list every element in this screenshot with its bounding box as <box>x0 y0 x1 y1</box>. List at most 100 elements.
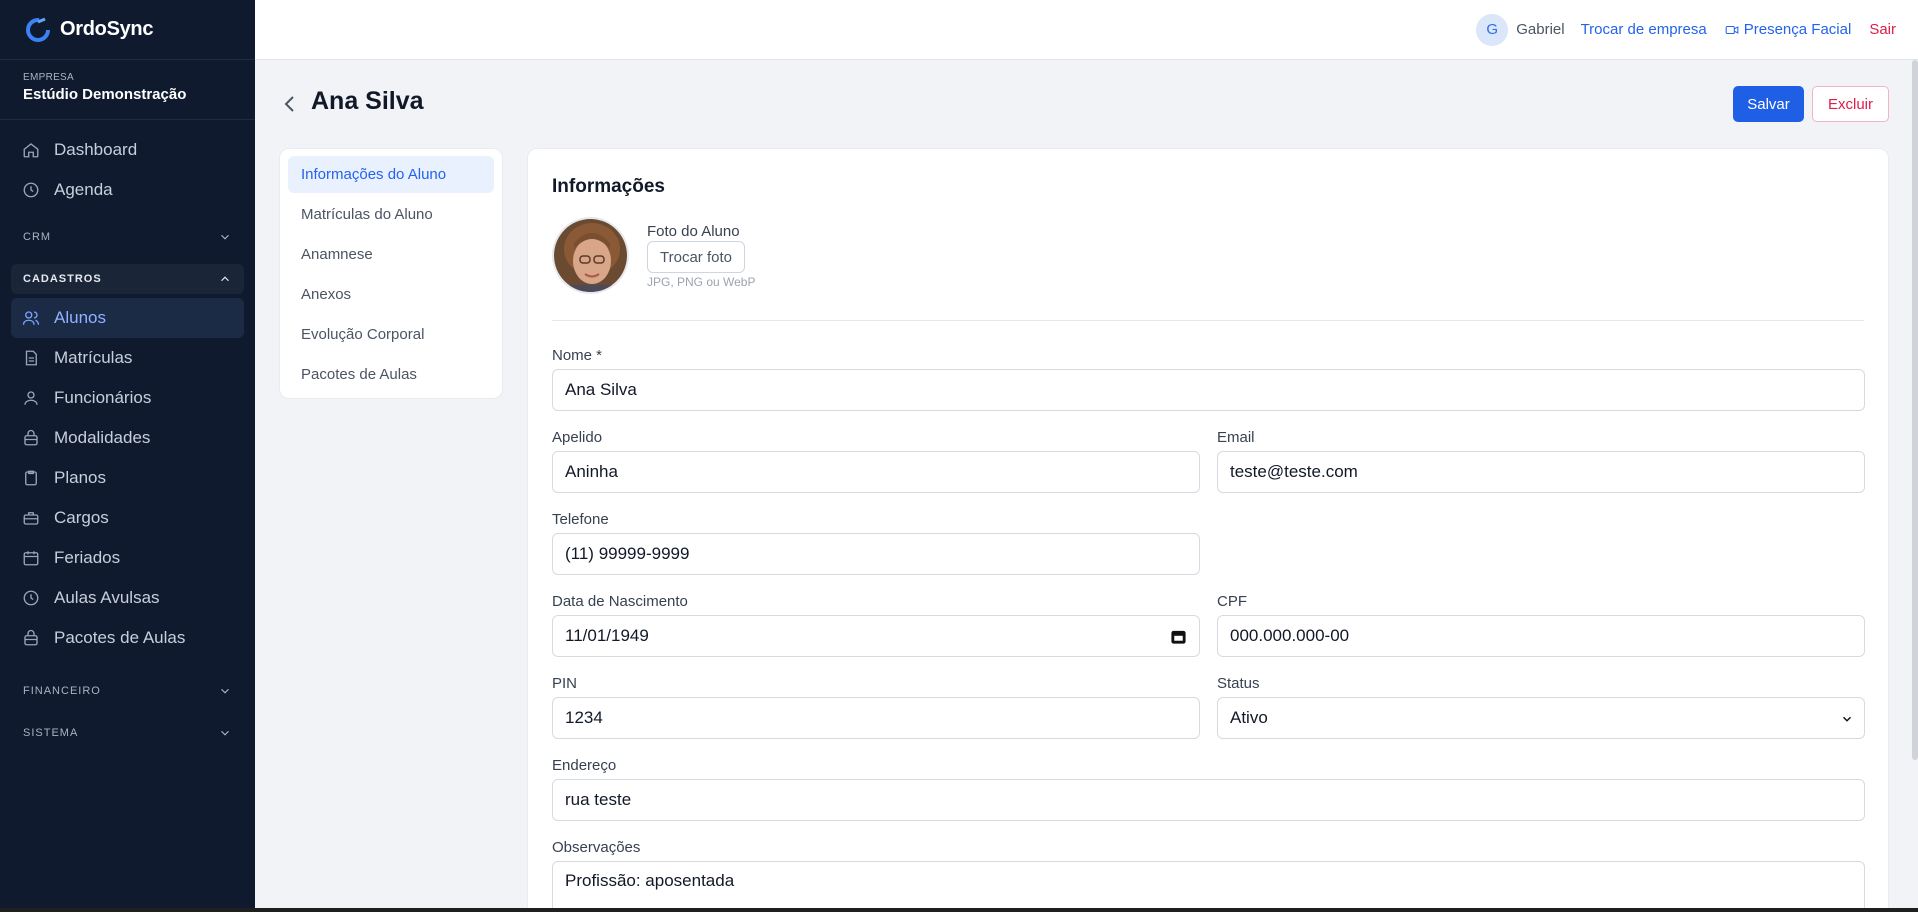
sidebar-item-funcionarios[interactable]: Funcionários <box>11 378 244 418</box>
brand[interactable]: OrdoSync <box>0 0 255 60</box>
user-icon <box>24 391 38 405</box>
cpf-label: CPF <box>1217 593 1247 610</box>
sidebar: OrdoSync EMPRESA Estúdio Demonstração Da… <box>0 0 255 912</box>
save-button[interactable]: Salvar <box>1733 86 1804 122</box>
sidebar-item-alunos[interactable]: Alunos <box>11 298 244 338</box>
brand-name: OrdoSync <box>60 18 154 40</box>
observacoes-textarea[interactable]: Profissão: aposentada <box>552 861 1865 912</box>
section-label: FINANCEIRO <box>23 685 101 697</box>
sidebar-item-label: Cargos <box>54 508 109 527</box>
nascimento-label: Data de Nascimento <box>552 593 688 610</box>
sidebar-item-dashboard[interactable]: Dashboard <box>11 130 244 170</box>
chevron-down-icon <box>221 234 229 240</box>
scrollbar[interactable] <box>1912 60 1918 760</box>
status-label: Status <box>1217 675 1260 692</box>
status-value: Ativo <box>1230 708 1268 727</box>
company-switcher[interactable]: EMPRESA Estúdio Demonstração <box>0 60 255 120</box>
sidebar-section-sistema[interactable]: SISTEMA <box>11 718 244 748</box>
cpf-input[interactable]: 000.000.000-00 <box>1217 615 1865 657</box>
nome-label: Nome * <box>552 347 603 364</box>
tab-pacotes-de-aulas[interactable]: Pacotes de Aulas <box>288 356 494 393</box>
window-bottom-edge <box>0 908 1918 912</box>
logout-link[interactable]: Sair <box>1869 21 1896 38</box>
photo-hint: JPG, PNG ou WebP <box>647 275 756 289</box>
sidebar-item-label: Alunos <box>54 308 106 327</box>
sidebar-item-cargos[interactable]: Cargos <box>11 498 244 538</box>
section-label: CADASTROS <box>23 273 102 285</box>
clipboard-icon <box>25 470 37 486</box>
change-photo-button[interactable]: Trocar foto <box>647 241 745 273</box>
sidebar-item-label: Agenda <box>54 180 113 199</box>
bag-icon <box>24 429 38 446</box>
email-label: Email <box>1217 429 1255 446</box>
sidebar-item-feriados[interactable]: Feriados <box>11 538 244 578</box>
home-icon <box>23 143 39 158</box>
document-icon <box>25 350 37 366</box>
company-name: Estúdio Demonstração <box>23 86 187 103</box>
calendar-icon[interactable] <box>1170 628 1187 645</box>
sidebar-section-crm[interactable]: CRM <box>11 222 244 252</box>
chevron-left-icon <box>284 96 294 112</box>
face-presence-link[interactable]: Presença Facial <box>1725 21 1852 38</box>
chevron-down-icon <box>221 730 229 736</box>
tab-evolucao-corporal[interactable]: Evolução Corporal <box>288 316 494 353</box>
tab-anexos[interactable]: Anexos <box>288 276 494 313</box>
company-label: EMPRESA <box>23 72 75 83</box>
sidebar-item-label: Modalidades <box>54 428 151 447</box>
chevron-down-icon <box>1842 716 1852 722</box>
pin-input[interactable]: 1234 <box>552 697 1200 739</box>
apelido-label: Apelido <box>552 429 603 446</box>
chevron-down-icon <box>221 688 229 694</box>
tab-anamnese[interactable]: Anamnese <box>288 236 494 273</box>
section-label: CRM <box>23 231 52 243</box>
tab-informacoes-do-aluno[interactable]: Informações do Aluno <box>288 156 494 193</box>
sidebar-item-modalidades[interactable]: Modalidades <box>11 418 244 458</box>
topbar: G Gabriel Trocar de empresa Presença Fac… <box>255 0 1918 60</box>
clock-icon <box>23 182 39 198</box>
status-select[interactable]: Ativo <box>1217 697 1865 739</box>
delete-button[interactable]: Excluir <box>1812 86 1889 122</box>
sidebar-item-label: Funcionários <box>54 388 152 407</box>
back-button[interactable] <box>282 94 298 114</box>
sidebar-item-matriculas[interactable]: Matrículas <box>11 338 244 378</box>
divider <box>552 320 1864 321</box>
users-icon <box>22 311 40 325</box>
nascimento-input[interactable]: 11/01/1949 <box>552 615 1200 657</box>
student-photo <box>552 217 629 294</box>
sidebar-item-agenda[interactable]: Agenda <box>11 170 244 210</box>
pin-label: PIN <box>552 675 578 692</box>
telefone-input[interactable]: (11) 99999-9999 <box>552 533 1200 575</box>
calendar-icon <box>23 551 39 566</box>
clock-icon <box>23 590 39 606</box>
nascimento-value: 11/01/1949 <box>565 626 649 645</box>
sidebar-item-label: Dashboard <box>54 140 138 159</box>
apelido-input[interactable]: Aninha <box>552 451 1200 493</box>
nome-input[interactable]: Ana Silva <box>552 369 1865 411</box>
sidebar-item-label: Pacotes de Aulas <box>54 628 186 647</box>
sidebar-section-cadastros[interactable]: CADASTROS <box>11 264 244 294</box>
sidebar-nav: Dashboard Agenda CRM CADASTROS Alunos Ma… <box>0 120 255 770</box>
page-title: Ana Silva <box>311 87 424 115</box>
student-info-card: Informações Foto do Aluno Trocar foto JP… <box>527 148 1889 912</box>
sidebar-item-aulas-avulsas[interactable]: Aulas Avulsas <box>11 578 244 618</box>
sidebar-item-planos[interactable]: Planos <box>11 458 244 498</box>
sidebar-item-label: Aulas Avulsas <box>54 588 160 607</box>
bag-icon <box>24 629 38 646</box>
avatar[interactable]: G <box>1476 13 1509 46</box>
endereco-input[interactable]: rua teste <box>552 779 1865 821</box>
sidebar-section-financeiro[interactable]: FINANCEIRO <box>11 676 244 706</box>
chevron-up-icon <box>221 276 229 282</box>
sidebar-item-label: Planos <box>54 468 106 487</box>
video-camera-icon <box>1725 25 1739 34</box>
switch-company-link[interactable]: Trocar de empresa <box>1581 21 1707 38</box>
face-presence-label: Presença Facial <box>1743 21 1852 38</box>
endereco-label: Endereço <box>552 757 617 774</box>
sidebar-item-label: Feriados <box>54 548 121 567</box>
section-title: Informações <box>552 176 665 197</box>
ordosync-logo-icon <box>26 17 50 42</box>
photo-label: Foto do Aluno <box>647 223 740 240</box>
email-input[interactable]: teste@teste.com <box>1217 451 1865 493</box>
sidebar-item-pacotes-de-aulas[interactable]: Pacotes de Aulas <box>11 618 244 658</box>
student-subnav: Informações do Aluno Matrículas do Aluno… <box>279 148 503 399</box>
tab-matriculas-do-aluno[interactable]: Matrículas do Aluno <box>288 196 494 233</box>
